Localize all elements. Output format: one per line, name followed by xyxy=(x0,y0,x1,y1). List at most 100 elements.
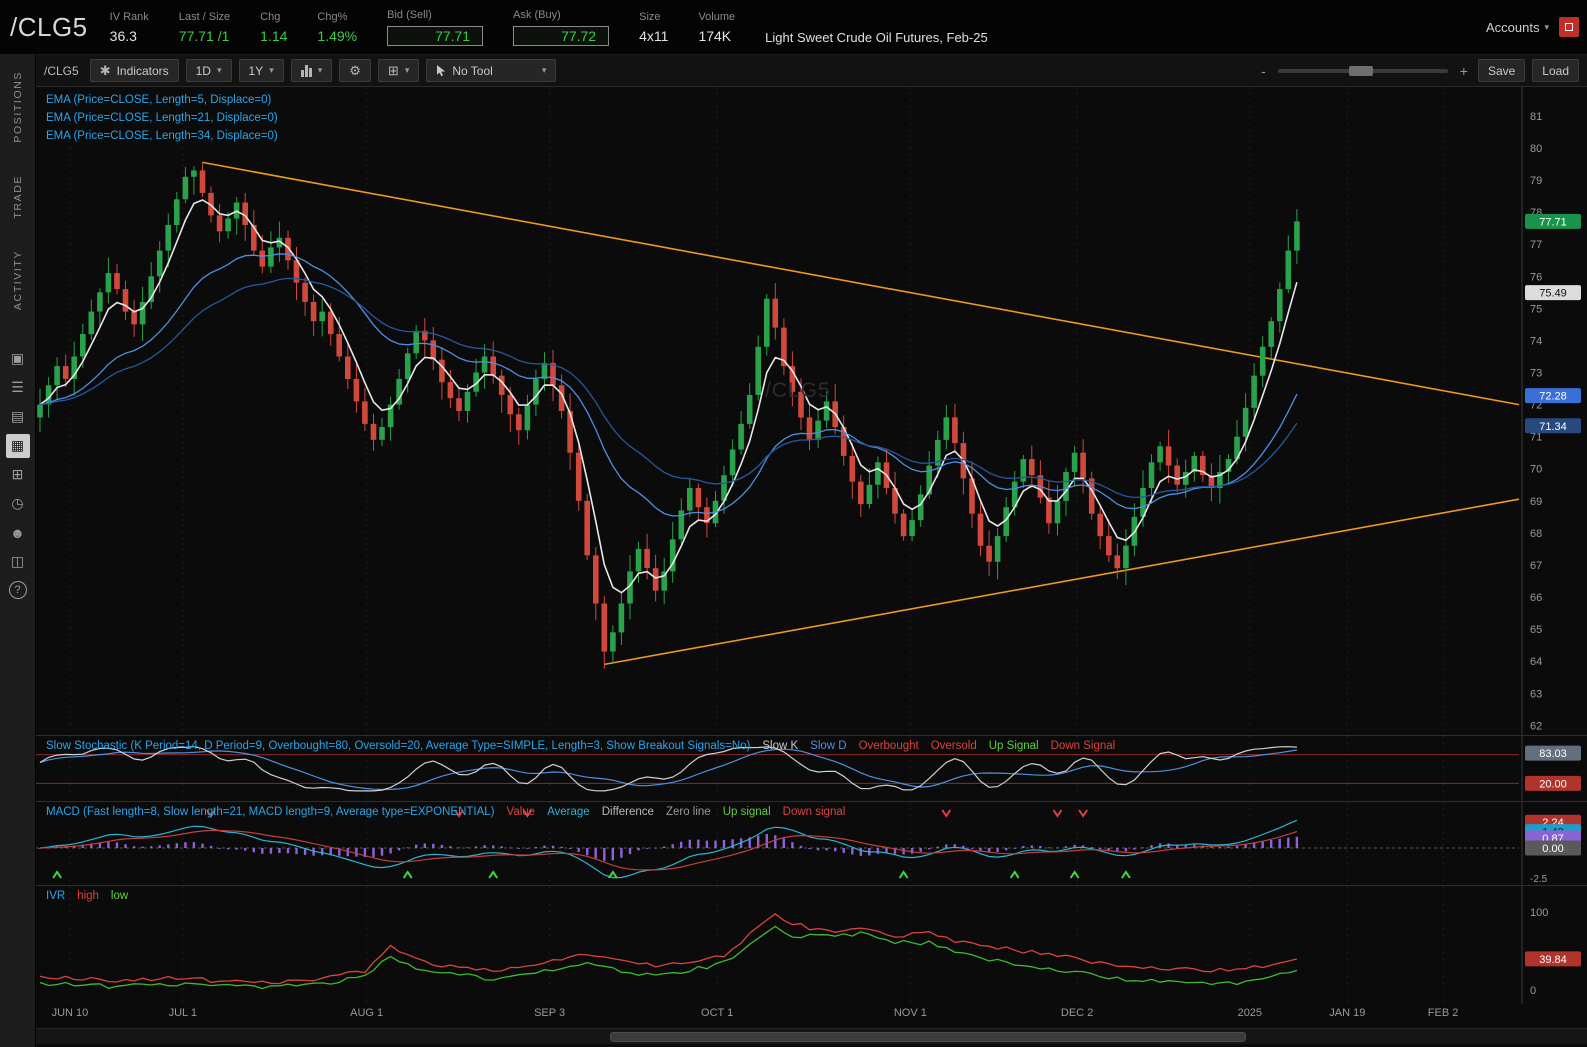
indicators-label: Indicators xyxy=(116,63,169,78)
time-axis-label: JUN 10 xyxy=(51,1007,89,1019)
time-axis-label: NOV 1 xyxy=(893,1007,927,1019)
chevron-down-icon: ▾ xyxy=(269,65,274,75)
history-icon[interactable]: ◷ xyxy=(6,492,30,516)
svg-text:77.71: 77.71 xyxy=(1539,216,1567,228)
chart-toolbar: /CLG5 ✱ Indicators 1D ▾ 1Y ▾ ▾ ⚙ ⊞ ▾ No … xyxy=(36,55,1587,87)
chevron-down-icon: ▾ xyxy=(317,65,323,75)
zoom-out-button[interactable]: - xyxy=(1258,63,1269,79)
field-value: 77.71 /1 xyxy=(178,27,230,44)
stochastic-canvas[interactable]: 83.03 20.00 xyxy=(36,736,1587,802)
svg-text:76: 76 xyxy=(1530,271,1542,283)
field-label: IV Rank xyxy=(109,10,149,23)
scan-icon[interactable]: ▤ xyxy=(6,405,30,429)
community-icon[interactable]: ☻ xyxy=(6,521,30,545)
ivr-canvas[interactable]: 100 0 39.84 xyxy=(36,886,1587,1004)
indicators-button[interactable]: ✱ Indicators xyxy=(89,59,179,82)
time-axis-label: AUG 1 xyxy=(350,1007,384,1019)
field-value: 1.49% xyxy=(317,27,358,44)
products-icon[interactable]: ◫ xyxy=(6,550,30,574)
svg-text:63: 63 xyxy=(1530,688,1542,700)
sidebar-tab-positions[interactable]: POSITIONS xyxy=(12,71,24,143)
widgets-icon[interactable]: ⊞ xyxy=(6,463,30,487)
svg-text:72.28: 72.28 xyxy=(1539,391,1567,403)
chart-style-icon xyxy=(300,64,312,77)
chevron-down-icon: ▾ xyxy=(216,65,222,75)
charts-icon[interactable]: ▦ xyxy=(5,433,30,458)
chart-style-dropdown[interactable]: ▾ xyxy=(290,59,333,82)
bid-button[interactable]: 77.71 xyxy=(387,25,484,46)
gear-icon: ⚙ xyxy=(349,62,361,78)
instrument-description: Light Sweet Crude Oil Futures, Feb-25 xyxy=(765,30,988,45)
zoom-in-button[interactable]: + xyxy=(1457,63,1471,79)
svg-text:67: 67 xyxy=(1530,560,1542,572)
header-field-ask: Ask (Buy) 77.72 xyxy=(513,8,610,46)
svg-text:73: 73 xyxy=(1530,368,1542,380)
chevron-down-icon: ▾ xyxy=(404,65,410,75)
drawing-tool-dropdown[interactable]: No Tool ▾ xyxy=(426,59,557,82)
watchlist-icon[interactable]: ☰ xyxy=(6,376,30,400)
support-button[interactable] xyxy=(1559,17,1579,37)
app-header: /CLG5 IV Rank 36.3 Last / Size 77.71 /1 … xyxy=(0,0,1587,55)
range-value: 1Y xyxy=(248,63,264,78)
svg-text:71.34: 71.34 xyxy=(1539,421,1567,433)
svg-text:39.84: 39.84 xyxy=(1539,954,1567,966)
header-field-iv-rank: IV Rank 36.3 xyxy=(110,11,149,44)
monitor-icon[interactable]: ▣ xyxy=(6,347,30,371)
field-label: Bid (Sell) xyxy=(387,8,432,21)
header-field-volume: Volume 174K xyxy=(698,11,735,44)
grid-icon: ⊞ xyxy=(387,62,399,78)
field-value: 1.14 xyxy=(260,27,288,44)
field-label: Ask (Buy) xyxy=(513,8,561,21)
save-button[interactable]: Save xyxy=(1477,59,1526,82)
field-value: 4x11 xyxy=(639,27,669,44)
header-field-chg: Chg 1.14 xyxy=(260,11,287,44)
ask-button[interactable]: 77.72 xyxy=(513,25,610,46)
chart-settings-button[interactable]: ⚙ xyxy=(339,59,371,82)
time-axis-label: 2025 xyxy=(1237,1007,1263,1019)
svg-text:77: 77 xyxy=(1530,239,1542,251)
price-chart-canvas[interactable]: 6263646566676869707172737475767778798081… xyxy=(36,87,1587,735)
range-dropdown[interactable]: 1Y ▾ xyxy=(238,59,284,82)
macd-canvas[interactable]: 2.241.420.870.00-2.5 xyxy=(36,802,1587,886)
zoom-slider[interactable] xyxy=(1277,65,1448,76)
svg-text:75: 75 xyxy=(1530,303,1542,315)
time-axis-label: JUL 1 xyxy=(168,1007,197,1019)
scrollbar-thumb[interactable] xyxy=(609,1032,1246,1042)
svg-text:62: 62 xyxy=(1530,720,1542,732)
timeframe-value: 1D xyxy=(195,63,211,78)
sidebar-tab-trade[interactable]: TRADE xyxy=(12,175,24,219)
load-button[interactable]: Load xyxy=(1532,59,1579,82)
svg-text:-2.5: -2.5 xyxy=(1530,874,1548,885)
macd-panel[interactable]: 2.241.420.870.00-2.5 MACD (Fast length=8… xyxy=(36,801,1587,886)
stochastic-panel[interactable]: 83.03 20.00 Slow Stochastic (K Period=14,… xyxy=(36,735,1587,802)
header-field-size: Size 4x11 xyxy=(639,11,668,44)
accounts-label: Accounts xyxy=(1485,19,1540,35)
zoom-controls: - + xyxy=(1258,63,1471,79)
timeframe-dropdown[interactable]: 1D ▾ xyxy=(185,59,232,82)
svg-text:71: 71 xyxy=(1530,432,1542,444)
sidebar-tab-activity[interactable]: ACTIVITY xyxy=(12,250,24,310)
svg-text:20.00: 20.00 xyxy=(1539,778,1567,790)
cursor-icon xyxy=(437,65,446,77)
toolbar-symbol-label: /CLG5 xyxy=(44,63,79,78)
svg-text:75.49: 75.49 xyxy=(1539,288,1567,300)
horizontal-scrollbar[interactable] xyxy=(36,1028,1587,1044)
accounts-dropdown[interactable]: Accounts ▾ xyxy=(1486,20,1549,35)
grid-layout-dropdown[interactable]: ⊞ ▾ xyxy=(377,59,420,82)
time-axis-label: JAN 19 xyxy=(1329,1007,1366,1019)
price-chart-panel[interactable]: 62 63 64 65 66 67 68 69 70 71 72 73 74 75 76 77 78 79 80 81… xyxy=(36,87,1587,735)
svg-text:81: 81 xyxy=(1530,111,1542,123)
field-label: Volume xyxy=(698,10,736,23)
time-axis-label: SEP 3 xyxy=(534,1007,566,1019)
header-field-chg-pct: Chg% 1.49% xyxy=(317,11,357,44)
svg-text:65: 65 xyxy=(1530,624,1542,636)
time-axis-label: FEB 2 xyxy=(1427,1007,1459,1019)
field-label: Last / Size xyxy=(178,10,231,23)
zoom-slider-thumb[interactable] xyxy=(1349,65,1374,76)
svg-text:68: 68 xyxy=(1530,528,1542,540)
time-axis-label: DEC 2 xyxy=(1060,1007,1094,1019)
help-icon[interactable]: ? xyxy=(8,581,27,600)
ivr-panel[interactable]: 100 0 39.84 IVR high low xyxy=(36,885,1587,1004)
symbol-title: /CLG5 xyxy=(10,11,88,42)
main-area: /CLG5 ✱ Indicators 1D ▾ 1Y ▾ ▾ ⚙ ⊞ ▾ No … xyxy=(36,55,1587,1047)
